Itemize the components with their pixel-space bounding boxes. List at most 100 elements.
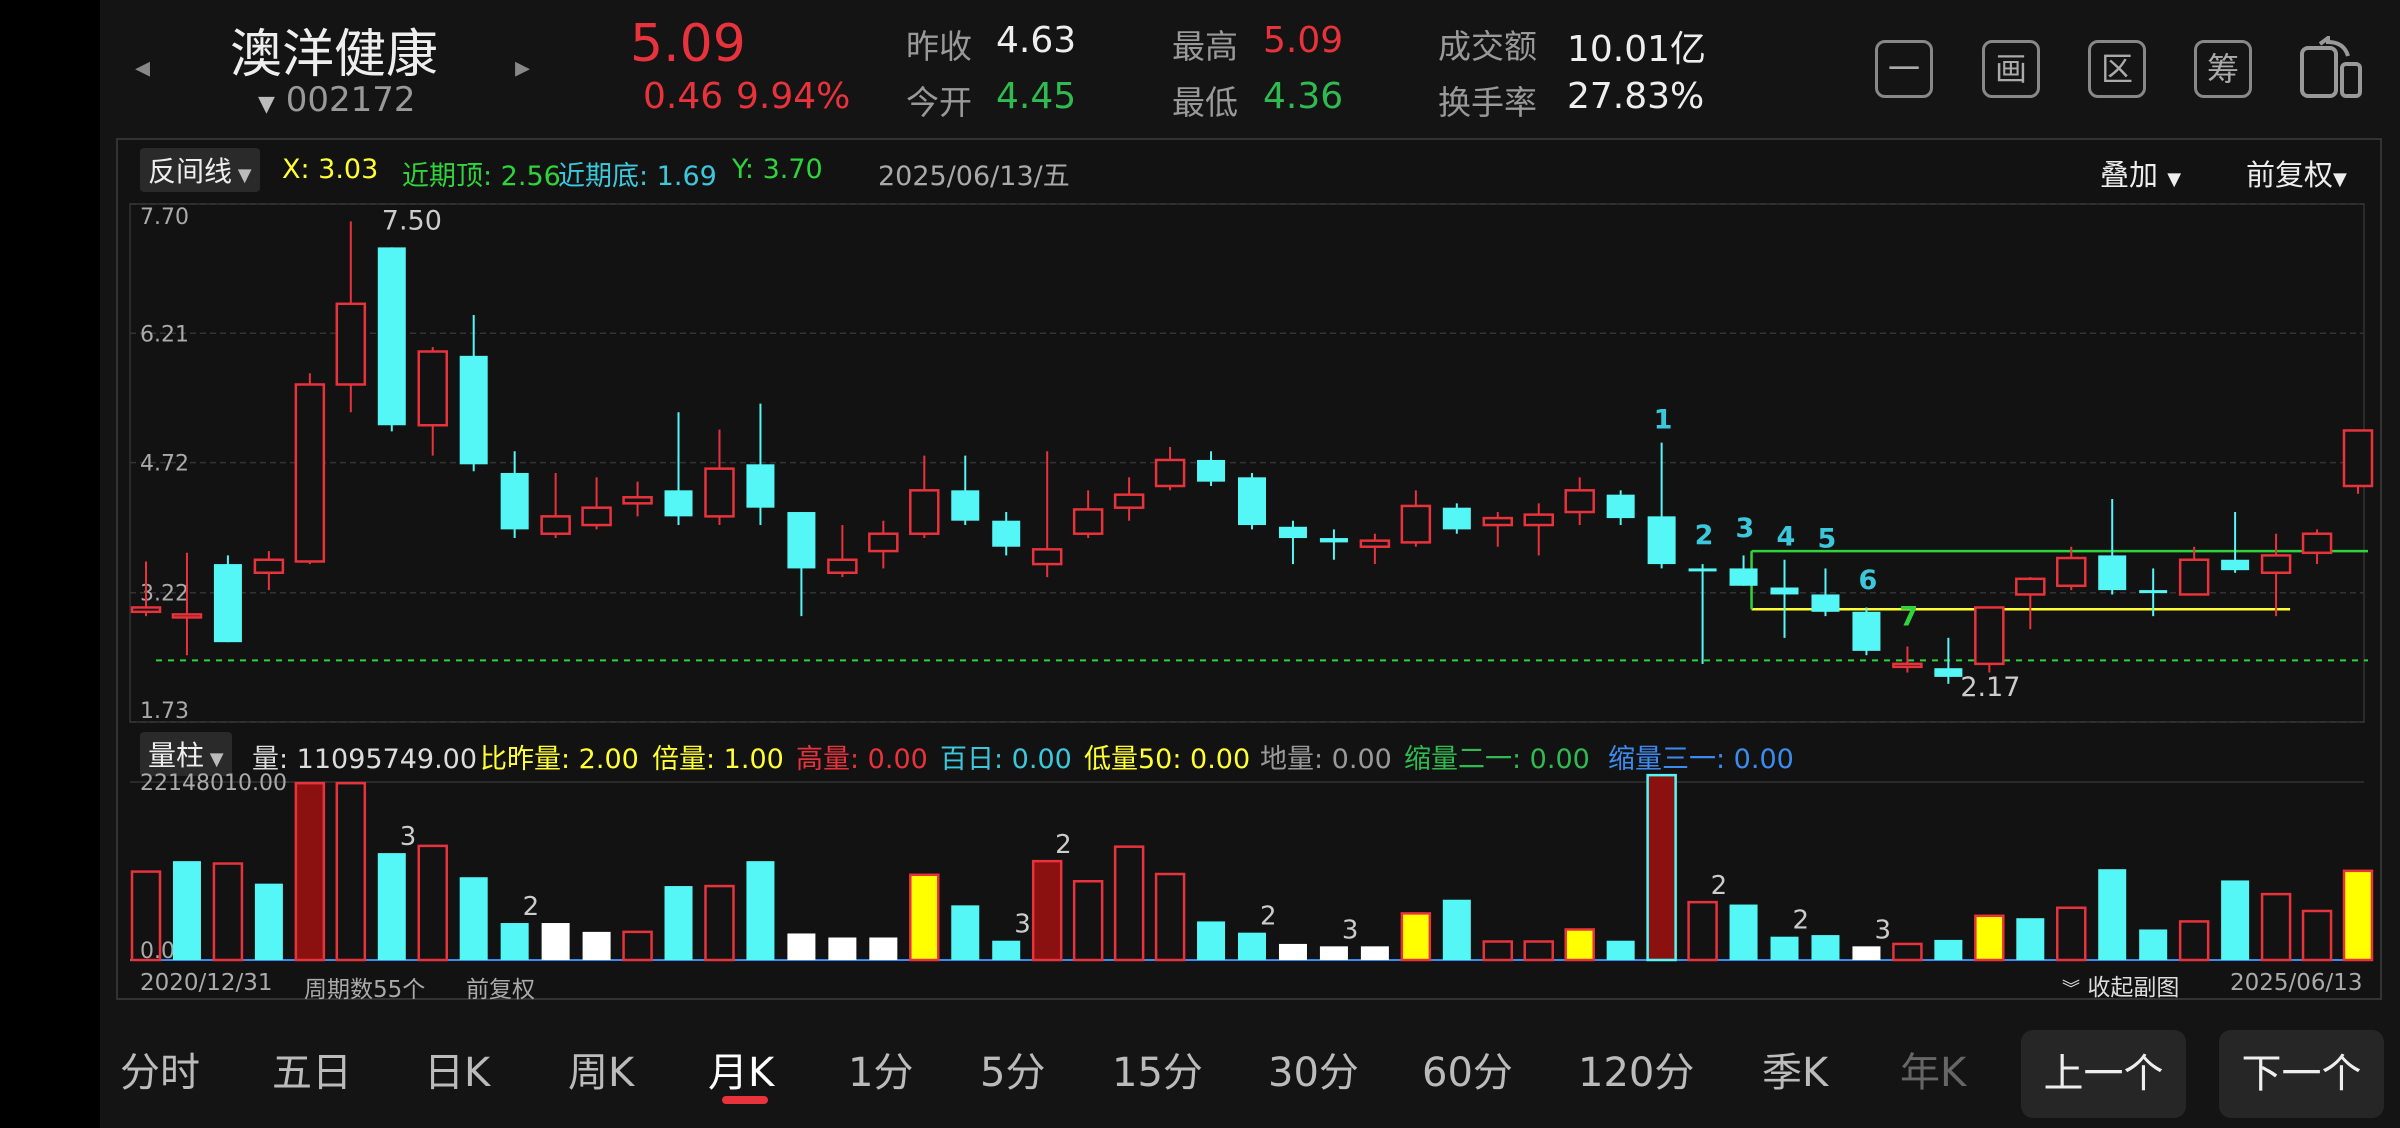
volume-bar — [1646, 773, 1677, 962]
amount-value: 10.01亿 — [1567, 29, 1707, 70]
volume-bar — [1442, 899, 1471, 960]
volume-bar — [1360, 946, 1389, 960]
prev-stock-arrow-icon[interactable]: ◂ — [135, 50, 150, 85]
volume-bar — [1852, 946, 1881, 960]
volume-bar — [459, 877, 488, 960]
single-chart-icon[interactable]: 一 — [1875, 40, 1933, 98]
stock-code-text: 002172 — [285, 80, 416, 120]
tab-month-k[interactable]: 月K — [708, 1040, 774, 1098]
share-icon[interactable] — [2298, 36, 2364, 100]
tab-120min[interactable]: 120分 — [1578, 1040, 1694, 1098]
volume-bar — [1606, 940, 1635, 960]
tab-fenshi[interactable]: 分时 — [120, 1040, 200, 1098]
kline-chart[interactable]: 反间线 ▼ X: 3.03 近期顶: 2.56 近期底: 1.69 Y: 3.7… — [116, 138, 2382, 1003]
volume-bar — [951, 905, 980, 960]
high-label: 最高 — [1172, 27, 1238, 66]
collapse-label: 收起副图 — [2087, 975, 2180, 1001]
collapse-subchart-button[interactable]: ︾ 收起副图 — [2062, 968, 2179, 1002]
period-count: 周期数55个 — [304, 977, 426, 1003]
low-label: 最低 — [1172, 83, 1238, 122]
volume-bar — [1974, 914, 2005, 962]
amount-label: 成交额 — [1438, 27, 1537, 66]
volume-bar — [2098, 869, 2127, 960]
volume-bar — [622, 930, 653, 962]
volume-bar — [212, 862, 244, 962]
draw-icon[interactable]: 画 — [1982, 40, 2040, 98]
volume-count-label: 2 — [1260, 902, 1277, 932]
tab-day-k[interactable]: 日K — [424, 1040, 490, 1098]
volume-bar — [1197, 921, 1226, 960]
volume-bar — [254, 883, 283, 960]
volume-bar — [1729, 904, 1758, 960]
volume-count-label: 3 — [1342, 915, 1359, 945]
volume-bar — [704, 884, 735, 962]
tab-30min[interactable]: 30分 — [1268, 1040, 1359, 1098]
volume-count-label: 2 — [1793, 906, 1810, 936]
tab-15min[interactable]: 15分 — [1112, 1040, 1203, 1098]
tab-1min[interactable]: 1分 — [848, 1040, 913, 1098]
tab-five-day[interactable]: 五日 — [272, 1040, 352, 1098]
volume-bar — [2139, 929, 2168, 960]
volume-bar — [417, 844, 448, 962]
stock-name: 澳洋健康 — [230, 25, 439, 85]
volume-count-label: 3 — [1874, 915, 1891, 945]
volume-count-label: 3 — [400, 822, 417, 852]
low-value: 4.36 — [1263, 76, 1344, 117]
next-button[interactable]: 下一个 — [2219, 1030, 2384, 1118]
tab-season-k[interactable]: 季K — [1762, 1040, 1828, 1098]
volume-bar — [1687, 900, 1718, 962]
volume-bar — [828, 937, 857, 960]
stock-app: ◂ 澳洋健康 ▼ 002172 ▸ 5.09 0.46 9.94% 昨收 4.6… — [100, 0, 2400, 1128]
volume-bar — [909, 873, 940, 962]
tab-year-k[interactable]: 年K — [1900, 1040, 1966, 1098]
volume-count-label: 2 — [523, 892, 540, 922]
volume-bar — [787, 933, 816, 960]
vol-max-label: 22148010.00 — [140, 771, 287, 796]
volume-plot: 22148010.000.0032322 322 3 — [130, 771, 2374, 964]
tab-week-k[interactable]: 周K — [568, 1040, 634, 1098]
volume-bar — [1523, 940, 1554, 962]
tab-5min[interactable]: 5分 — [980, 1040, 1045, 1098]
volume-bar — [1770, 936, 1799, 960]
chips-icon[interactable]: 筹 — [2194, 40, 2252, 98]
volume-bar — [500, 923, 529, 960]
end-date: 2025/06/13 — [2230, 970, 2363, 996]
volume-bar — [335, 781, 367, 962]
footer-adjust: 前复权 — [466, 977, 535, 1003]
volume-bar — [2342, 869, 2374, 962]
volume-bar — [2221, 880, 2250, 960]
high-value: 5.09 — [1263, 20, 1344, 61]
prev-button[interactable]: 上一个 — [2021, 1030, 2186, 1118]
price-change: 0.46 — [643, 76, 724, 117]
volume-count-label: 3 — [1014, 910, 1031, 940]
volume-bar — [172, 861, 201, 960]
current-price: 5.09 — [630, 14, 746, 74]
volume-count-label: 2 — [1711, 871, 1728, 901]
start-date: 2020/12/31 — [140, 970, 273, 996]
tab-60min[interactable]: 60分 — [1422, 1040, 1513, 1098]
volume-bar — [1072, 879, 1104, 962]
volume-bar — [869, 937, 898, 960]
prev-close-label: 昨收 — [906, 27, 972, 66]
volume-bar — [1482, 940, 1514, 962]
volume-count-label: 2 — [1055, 830, 1072, 860]
volume-bar — [1113, 845, 1145, 962]
volume-bar — [2178, 920, 2210, 962]
turnover-value: 27.83% — [1567, 76, 1705, 117]
volume-bar — [377, 853, 406, 960]
volume-bar — [1811, 935, 1840, 960]
volume-bar — [541, 923, 570, 960]
volume-bar — [1278, 943, 1307, 960]
volume-bar — [2056, 906, 2087, 962]
dropdown-icon: ▼ — [258, 92, 275, 117]
open-label: 今开 — [906, 83, 972, 122]
active-tab-indicator — [722, 1096, 768, 1104]
volume-bar — [1319, 946, 1348, 960]
volume-bar — [1238, 932, 1266, 960]
volume-bar — [1031, 859, 1063, 962]
stock-code[interactable]: ▼ 002172 — [258, 80, 416, 120]
price-change-pct: 9.94% — [736, 76, 851, 117]
range-icon[interactable]: 区 — [2088, 40, 2146, 98]
volume-bar — [1934, 939, 1963, 960]
next-stock-arrow-icon[interactable]: ▸ — [515, 50, 530, 85]
